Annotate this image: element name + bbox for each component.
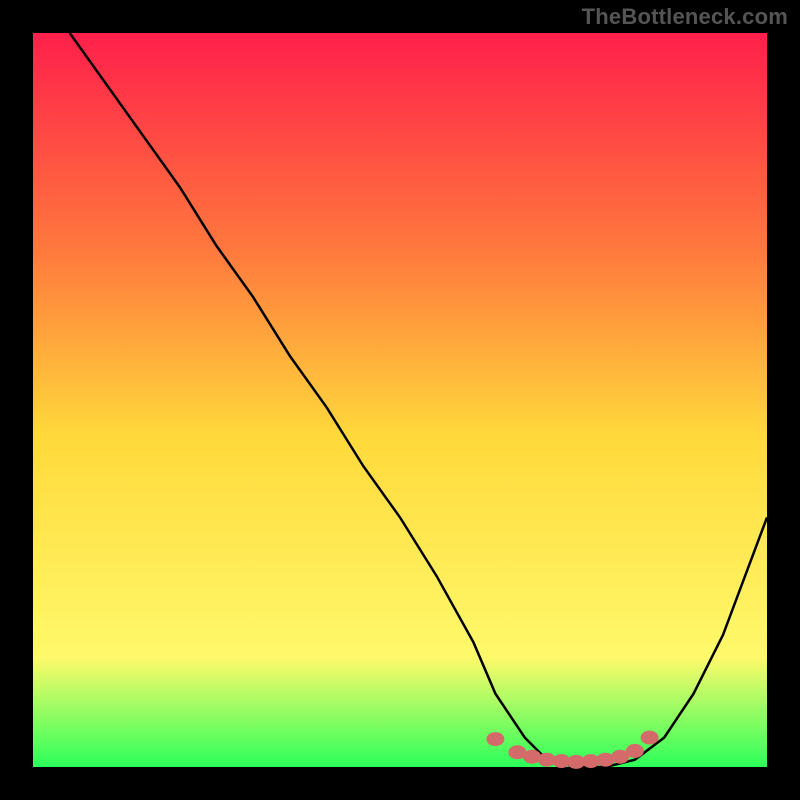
marker-dot [626,744,644,758]
plot-area [33,33,767,767]
marker-dot [486,732,504,746]
marker-dot [641,731,659,745]
watermark-label: TheBottleneck.com [582,4,788,30]
bottleneck-chart [0,0,800,800]
